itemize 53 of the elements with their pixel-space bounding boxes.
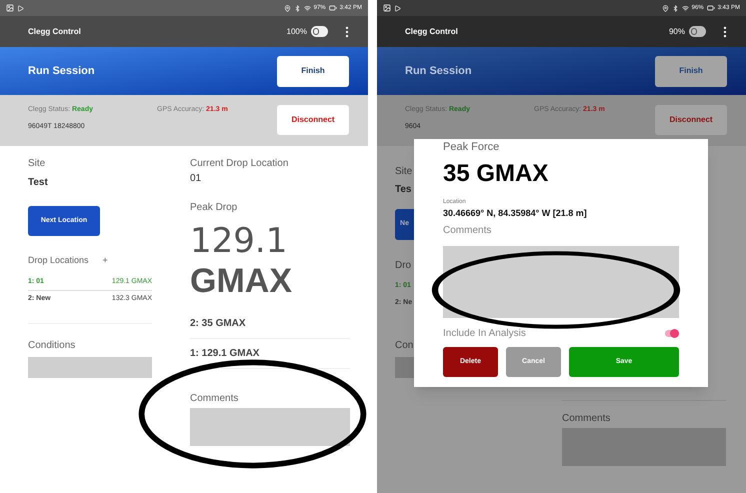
add-location-button[interactable]: + [102,254,108,268]
include-in-analysis-label: Include In Analysis [443,327,526,341]
drop-locations-title: Drop Locations [28,254,89,267]
location-icon [662,4,669,12]
finish-button[interactable]: Finish [277,56,349,86]
bluetooth-icon [672,4,679,12]
current-drop-label: Current Drop Location [190,157,290,171]
peak-drop-value: 129.1 [190,221,288,261]
comments-field[interactable] [562,428,726,466]
comments-label: Comments [443,224,492,238]
image-icon [383,4,391,12]
image-icon [6,4,14,12]
site-label: Site [395,165,414,179]
peak-drop-label: Peak Drop [190,201,238,215]
comments-label: Comments [190,392,240,406]
drop-locations-title: Dro [395,259,412,273]
location-icon [284,4,291,12]
bluetooth-icon [294,4,301,12]
header-title: Run Session [28,64,95,79]
conditions-field[interactable] [395,357,414,378]
conditions-label: Con [395,339,414,353]
site-value: Test [28,176,49,190]
header-title: Run Session [405,64,472,79]
app-title: Clegg Control [405,26,458,38]
toggle-icon[interactable] [311,26,328,37]
disconnect-button[interactable]: Disconnect [277,105,349,135]
disconnect-button[interactable]: Disconnect [655,105,727,135]
percent-label: 90% [668,26,685,38]
include-toggle[interactable] [665,330,679,337]
conditions-field[interactable] [28,356,152,378]
site-label: Site [28,157,46,171]
current-drop-value: 01 [190,172,202,186]
conditions-label: Conditions [28,338,76,352]
finish-button[interactable]: Finish [655,56,727,86]
site-value: Tes [395,183,412,197]
comments-field[interactable] [190,408,350,446]
wifi-icon [682,4,689,12]
comments-field[interactable] [443,246,679,318]
peak-force-value: 35 GMAX [443,160,550,188]
location-value: 30.46669° N, 84.35984° W [21.8 m] [443,206,588,220]
dialog-title: Peak Force [443,140,500,155]
battery-icon [706,4,715,12]
peak-drop-unit: GMAX [190,261,293,301]
drop-reading: 1: 129.1 GMAX [190,339,350,369]
toggle-icon[interactable] [689,26,706,37]
battery-icon [328,4,337,12]
wifi-icon [304,4,311,12]
comments-label: Comments [562,412,612,426]
app-title: Clegg Control [28,26,81,38]
play-icon [17,4,24,12]
play-icon [394,4,401,12]
drop-reading: 2: 35 GMAX [190,309,350,339]
percent-label: 100% [286,26,307,38]
